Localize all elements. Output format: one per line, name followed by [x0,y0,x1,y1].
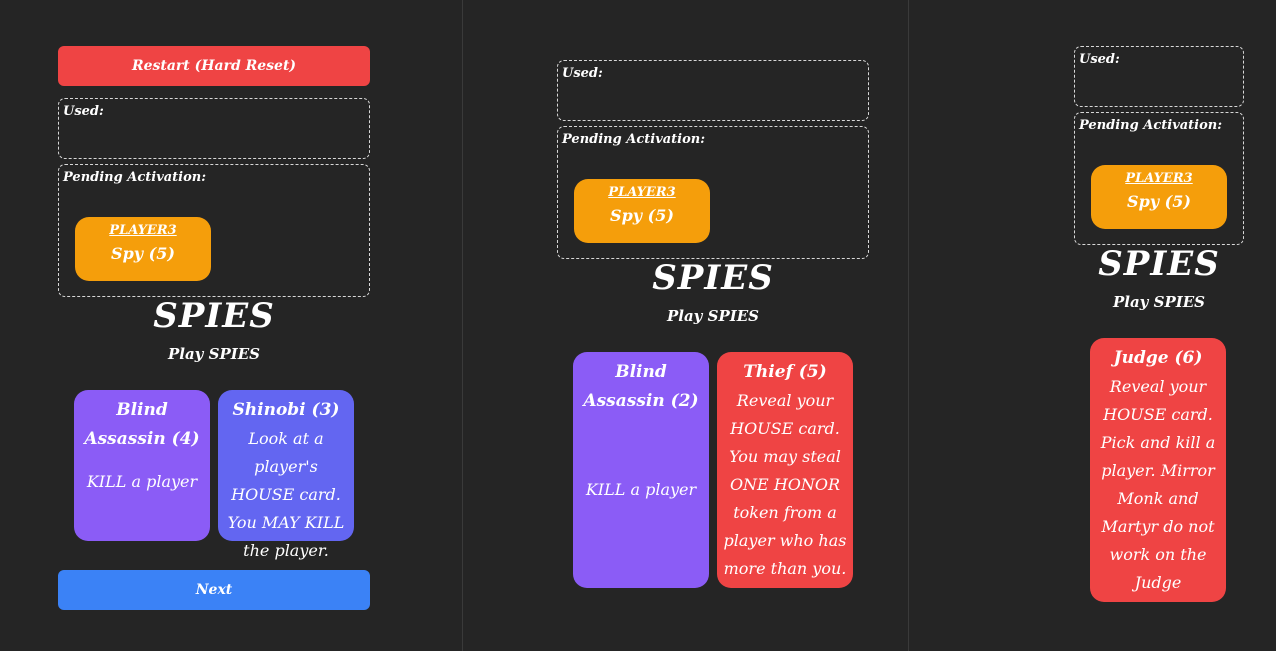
hand-card[interactable]: Blind Assassin (2) KILL a player [573,352,709,588]
pending-card[interactable]: PLAYER3 Spy (5) [574,179,710,243]
hand-card-desc: KILL a player [86,472,198,491]
game-panel-1: Restart (Hard Reset) Used: Pending Activ… [0,0,462,651]
page-subtitle: Play SPIES [666,307,760,325]
used-area: Used: [58,98,370,159]
hand-card-desc: Reveal your HOUSE card. Pick and kill a … [1100,377,1216,592]
next-button[interactable]: Next [58,570,370,610]
page-title: SPIES [652,258,774,298]
hand-card[interactable]: Blind Assassin (4) KILL a player [74,390,210,541]
hand-card[interactable]: Shinobi (3) Look at a player's HOUSE car… [218,390,354,560]
hand-card-name: Thief (5) [743,362,827,382]
hand-card[interactable]: Thief (5) Reveal your HOUSE card. You ma… [717,352,853,588]
hand-card-name: Shinobi (3) [232,400,340,420]
restart-button[interactable]: Restart (Hard Reset) [58,46,370,86]
page-title: SPIES [153,296,275,336]
pending-card-name: Spy (5) [111,244,175,263]
pending-activation-label: Pending Activation: [63,170,207,185]
pending-card-name: Spy (5) [1127,192,1191,211]
hand-card-desc: Look at a player's HOUSE card. You MAY K… [227,429,345,560]
hand-card-name: Judge (6) [1113,348,1203,368]
pending-card-player: PLAYER3 [1125,171,1193,186]
used-label: Used: [1079,52,1120,67]
page-subtitle: Play SPIES [1112,293,1206,311]
game-panel-3: Used: Pending Activation: PLAYER3 Spy (5… [909,0,1276,651]
pending-card[interactable]: PLAYER3 Spy (5) [75,217,211,281]
used-area: Used: [557,60,869,121]
page-title: SPIES [1098,244,1220,284]
hand-card-name: Blind Assassin (4) [84,400,200,449]
hand-card[interactable]: Judge (6) Reveal your HOUSE card. Pick a… [1090,338,1226,602]
hand-card-name: Blind Assassin (2) [583,362,699,411]
game-panel-2: Used: Pending Activation: PLAYER3 Spy (5… [463,0,908,651]
pending-card-player: PLAYER3 [608,185,676,200]
pending-card-player: PLAYER3 [109,223,177,238]
pending-activation-area: Pending Activation: PLAYER3 Spy (5) [1074,112,1244,245]
pending-activation-area: Pending Activation: PLAYER3 Spy (5) [557,126,869,259]
pending-card[interactable]: PLAYER3 Spy (5) [1091,165,1227,229]
pending-card-name: Spy (5) [610,206,674,225]
hand-card-desc: Reveal your HOUSE card. You may steal ON… [723,391,847,578]
used-area: Used: [1074,46,1244,107]
pending-activation-label: Pending Activation: [1079,118,1223,133]
hand-card-desc: KILL a player [585,480,697,499]
pending-activation-area: Pending Activation: PLAYER3 Spy (5) [58,164,370,297]
used-label: Used: [562,66,603,81]
pending-activation-label: Pending Activation: [562,132,706,147]
page-subtitle: Play SPIES [167,345,261,363]
used-label: Used: [63,104,104,119]
